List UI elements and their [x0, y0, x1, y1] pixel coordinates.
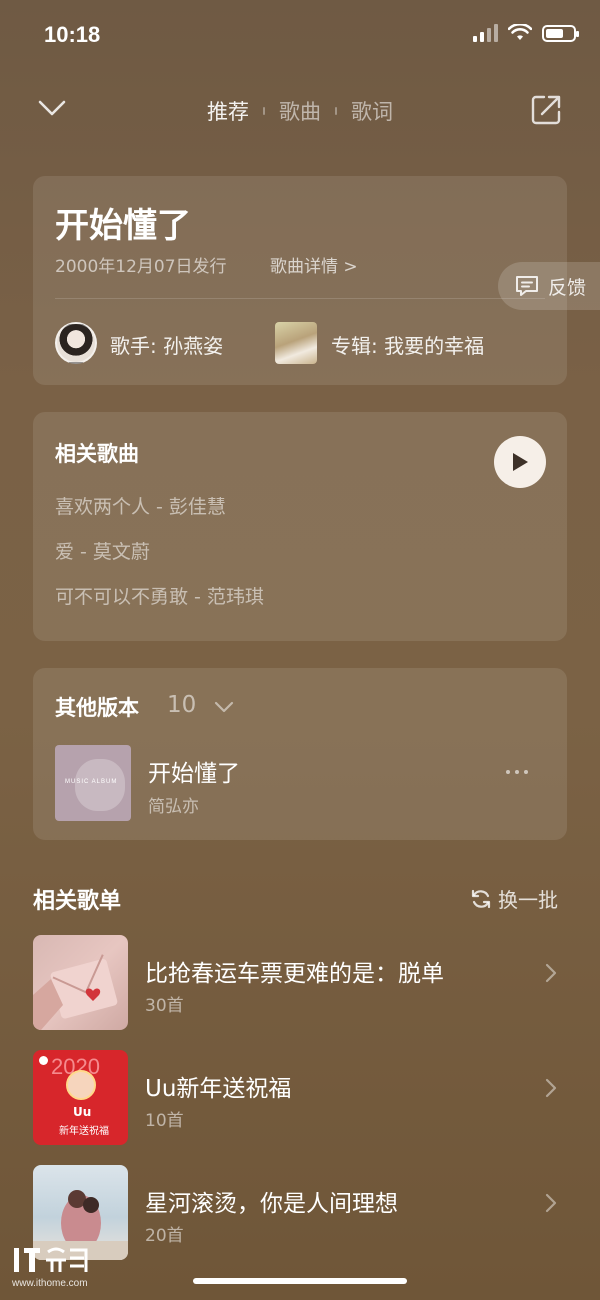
battery-icon — [542, 24, 579, 42]
cover-tag: Uu — [73, 1105, 92, 1119]
tab-recommend[interactable]: 推荐 — [193, 96, 263, 126]
envelope-heart-icon — [33, 954, 118, 1030]
other-versions-title: 其他版本 — [55, 696, 139, 720]
related-song-item[interactable]: 可不可以不勇敢 - 范玮琪 — [55, 582, 264, 609]
chevron-right-icon[interactable] — [544, 1192, 558, 1214]
share-icon[interactable] — [530, 94, 562, 126]
release-date: 2000年12月07日发行 — [55, 257, 227, 277]
brand-dot-icon — [39, 1056, 48, 1065]
home-indicator[interactable] — [193, 1278, 407, 1284]
version-artist: 简弘亦 — [148, 797, 199, 817]
playlist-name[interactable]: Uu新年送祝福 — [145, 1069, 291, 1103]
singer-link[interactable]: 歌手: 孙燕姿 — [110, 330, 223, 359]
version-song-name[interactable]: 开始懂了 — [148, 754, 240, 788]
chevron-right-icon[interactable] — [544, 1077, 558, 1099]
related-song-item[interactable]: 爱 - 莫文蔚 — [55, 537, 150, 564]
nav-tabs: 推荐 歌曲 歌词 — [0, 96, 600, 126]
signal-icon — [473, 24, 498, 42]
version-cover-text: MUSIC ALBUM — [65, 779, 118, 785]
watermark-url: www.ithome.com — [12, 1278, 88, 1289]
expand-chevron-icon[interactable] — [212, 700, 236, 714]
playlist-cover[interactable] — [33, 935, 128, 1030]
status-icons — [473, 24, 579, 42]
play-all-button[interactable] — [494, 436, 546, 488]
playlist-count: 20首 — [145, 1226, 184, 1246]
playlist-count: 30首 — [145, 996, 184, 1016]
playlist-cover[interactable]: 2020 Uu 新年送祝福 — [33, 1050, 128, 1145]
ithome-logo — [14, 1247, 88, 1272]
tab-song[interactable]: 歌曲 — [265, 96, 335, 126]
playlist-count: 10首 — [145, 1111, 184, 1131]
album-link[interactable]: 专辑: 我要的幸福 — [331, 330, 484, 359]
feedback-button[interactable]: 反馈 — [498, 262, 600, 310]
status-time: 10:18 — [44, 22, 101, 47]
more-options-icon[interactable] — [506, 770, 528, 774]
cover-face — [66, 1070, 96, 1100]
feedback-label: 反馈 — [548, 276, 587, 299]
related-songs-title: 相关歌曲 — [55, 442, 139, 466]
singer-avatar[interactable] — [55, 322, 97, 364]
cover-caption: 新年送祝福 — [59, 1126, 109, 1137]
related-playlists-title: 相关歌单 — [33, 889, 122, 914]
song-title: 开始懂了 — [55, 206, 191, 246]
chevron-right-icon[interactable] — [544, 962, 558, 984]
divider — [55, 298, 545, 299]
related-song-item[interactable]: 喜欢两个人 - 彭佳慧 — [55, 492, 226, 519]
refresh-icon — [471, 889, 491, 908]
version-cover[interactable]: MUSIC ALBUM — [55, 745, 131, 821]
playlist-name[interactable]: 比抢春运车票更难的是：脱单 — [145, 954, 444, 988]
album-thumbnail[interactable] — [275, 322, 317, 364]
refresh-label: 换一批 — [498, 888, 558, 912]
tab-lyrics[interactable]: 歌词 — [337, 96, 407, 126]
play-icon — [513, 453, 528, 471]
other-versions-count: 10 — [167, 692, 197, 718]
playlist-name[interactable]: 星河滚烫，你是人间理想 — [145, 1184, 398, 1218]
comment-icon — [516, 276, 538, 296]
refresh-button[interactable]: 换一批 — [470, 884, 558, 913]
song-details-link[interactable]: 歌曲详情 > — [270, 252, 358, 277]
wifi-icon — [508, 24, 532, 40]
